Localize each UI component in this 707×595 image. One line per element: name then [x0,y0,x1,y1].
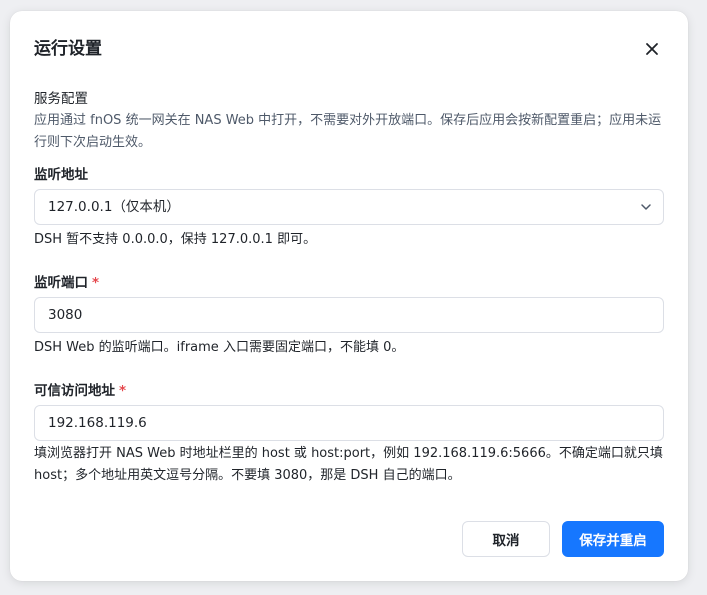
settings-dialog: 运行设置 服务配置 应用通过 fnOS 统一网关在 NAS Web 中打开，不需… [10,11,688,581]
listen-address-label-text: 监听地址 [34,167,88,183]
trusted-address-input[interactable] [48,406,628,440]
trusted-address-label-text: 可信访问地址 [34,383,115,399]
section-title: 服务配置 [34,91,88,107]
save-and-restart-button[interactable]: 保存并重启 [562,521,664,557]
chevron-down-icon [641,204,651,210]
listen-port-field[interactable] [34,297,664,333]
required-mark: * [119,383,127,399]
listen-port-help: DSH Web 的监听端口。iframe 入口需要固定端口，不能填 0。 [34,340,405,355]
section-description: 应用通过 fnOS 统一网关在 NAS Web 中打开，不需要对外开放端口。保存… [34,113,662,150]
listen-port-label-text: 监听端口 [34,275,88,291]
required-mark: * [92,275,100,291]
trusted-address-field[interactable] [34,405,664,441]
trusted-address-help: 填浏览器打开 NAS Web 时地址栏里的 host 或 host:port，例… [34,446,663,483]
dialog-title: 运行设置 [34,39,102,59]
cancel-button[interactable]: 取消 [462,521,550,557]
trusted-address-label: 可信访问地址 * [34,381,126,401]
listen-address-label: 监听地址 [34,165,88,185]
listen-port-label: 监听端口 * [34,273,99,293]
close-button[interactable] [642,39,662,59]
listen-port-input[interactable] [48,298,628,332]
listen-address-selected-value: 127.0.0.1（仅本机） [48,199,180,215]
listen-address-help: DSH 暂不支持 0.0.0.0，保持 127.0.0.1 即可。 [34,232,317,247]
close-icon [646,43,658,55]
listen-address-select[interactable]: 127.0.0.1（仅本机） [34,189,664,225]
